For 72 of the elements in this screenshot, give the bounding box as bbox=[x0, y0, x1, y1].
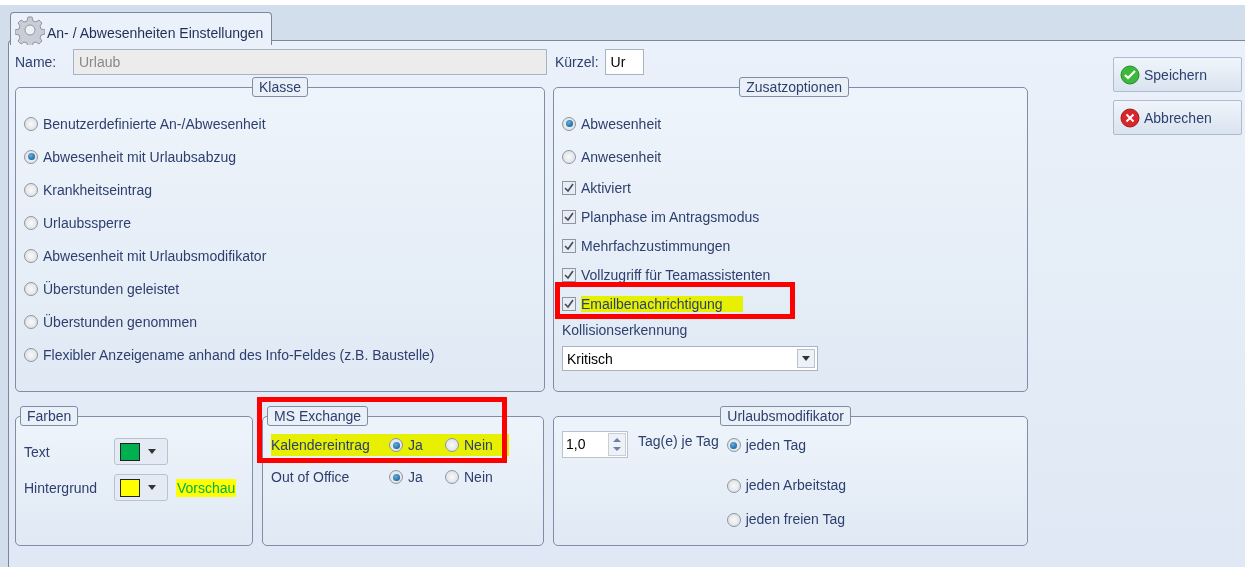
option-label: Anwesenheit bbox=[581, 148, 662, 165]
radio-button[interactable] bbox=[389, 470, 403, 484]
group-title: Zusatzoptionen bbox=[739, 77, 849, 97]
caret-icon bbox=[802, 356, 810, 361]
radio-button[interactable] bbox=[445, 470, 459, 484]
option-label: Abwesenheit bbox=[581, 115, 662, 132]
color-label: Text bbox=[24, 443, 51, 460]
gear-icon bbox=[15, 15, 45, 45]
radio-button[interactable] bbox=[562, 116, 576, 131]
option-label: Krankheitseintrag bbox=[43, 181, 152, 198]
kuerzel-field[interactable]: Ur bbox=[604, 49, 644, 75]
option-label: Abwesenheit mit Urlaubsabzug bbox=[43, 148, 236, 165]
radio-button[interactable] bbox=[24, 116, 38, 131]
option-label: Mehrfachzustimmungen bbox=[581, 237, 731, 254]
checkbox[interactable] bbox=[562, 209, 576, 224]
close-icon bbox=[1120, 107, 1140, 128]
option-label: Nein bbox=[464, 469, 493, 485]
radio-button[interactable] bbox=[24, 248, 38, 263]
radio-button[interactable] bbox=[24, 347, 38, 362]
option-label: Aktiviert bbox=[581, 179, 631, 196]
checkbox[interactable] bbox=[562, 180, 576, 195]
option-label: Flexibler Anzeigename anhand des Info-Feldes (z.B. Baustelle) bbox=[43, 346, 435, 363]
group-title: Urlaubsmodifikator bbox=[720, 406, 851, 426]
caret-icon bbox=[148, 485, 156, 490]
radio-button[interactable] bbox=[24, 182, 38, 197]
radio-button[interactable] bbox=[726, 513, 741, 527]
collision-label: Kollisionserkennung bbox=[562, 322, 689, 338]
option-label: Vollzugriff für Teamassistenten bbox=[581, 266, 771, 283]
save-button[interactable]: Speichern bbox=[1113, 57, 1242, 92]
checkbox[interactable] bbox=[562, 267, 576, 282]
settings-tab[interactable]: An- / Abwesenheiten Einstellungen bbox=[10, 12, 273, 45]
kuerzel-label: Kürzel: bbox=[555, 54, 599, 70]
group-title: Farben bbox=[20, 406, 79, 426]
option-label: Überstunden genommen bbox=[43, 313, 198, 330]
color-picker[interactable] bbox=[114, 438, 168, 465]
option-label: Planphase im Antragsmodus bbox=[581, 208, 760, 225]
color-picker[interactable] bbox=[114, 474, 168, 501]
radio-button[interactable] bbox=[24, 314, 38, 329]
cancel-button[interactable]: Abbrechen bbox=[1113, 100, 1242, 135]
checkbox[interactable] bbox=[562, 296, 576, 311]
radio-button[interactable] bbox=[389, 438, 403, 452]
option-label: Benutzerdefinierte An-/Abwesenheit bbox=[43, 115, 266, 132]
option-label: Urlaubssperre bbox=[43, 214, 131, 231]
option-label: Ja bbox=[408, 437, 423, 453]
option-label: jeden freien Tag bbox=[745, 511, 846, 527]
option-label: Abwesenheit mit Urlaubsmodifikator bbox=[43, 247, 267, 264]
radio-button[interactable] bbox=[445, 438, 459, 452]
radio-button[interactable] bbox=[726, 438, 741, 452]
unit-label: Tag(e) je Tag bbox=[638, 433, 719, 449]
checkbox[interactable] bbox=[562, 238, 576, 253]
radio-button[interactable] bbox=[726, 479, 741, 493]
name-label: Name: bbox=[15, 54, 58, 70]
exchange-label: Out of Office bbox=[271, 469, 351, 485]
caret-icon bbox=[148, 449, 156, 454]
option-label: Emailbenachrichtigung bbox=[581, 295, 743, 312]
option-label: Nein bbox=[464, 437, 493, 453]
check-icon bbox=[1120, 64, 1140, 85]
option-label: jeden Tag bbox=[745, 437, 807, 453]
group-title: MS Exchange bbox=[267, 406, 369, 426]
exchange-label: Kalendereintrag bbox=[271, 437, 371, 453]
radio-button[interactable] bbox=[24, 281, 38, 296]
collision-dropdown[interactable]: Kritisch bbox=[562, 346, 818, 371]
option-label: jeden Arbeitstag bbox=[745, 477, 847, 493]
radio-button[interactable] bbox=[24, 215, 38, 230]
group-title: Klasse bbox=[252, 77, 308, 97]
option-label: Ja bbox=[408, 469, 423, 485]
radio-button[interactable] bbox=[562, 149, 576, 164]
amount-spinner[interactable]: 1,0 bbox=[562, 431, 628, 458]
radio-button[interactable] bbox=[24, 149, 38, 164]
option-label: Überstunden geleistet bbox=[43, 280, 180, 297]
color-preview: Vorschau bbox=[176, 478, 237, 497]
color-label: Hintergrund bbox=[24, 479, 99, 496]
